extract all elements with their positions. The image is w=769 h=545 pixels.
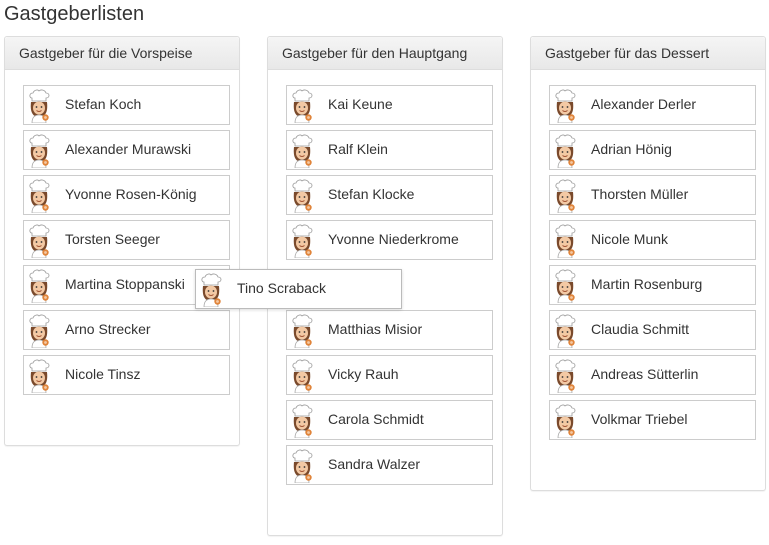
chef-icon — [552, 134, 578, 168]
host-item[interactable]: Yvonne Rosen-König — [23, 175, 230, 215]
host-item[interactable]: Carola Schmidt — [286, 400, 493, 440]
host-item[interactable]: Yvonne Niederkrome — [286, 220, 493, 260]
chef-icon — [289, 449, 315, 483]
chef-icon — [552, 269, 578, 303]
host-item[interactable]: Vicky Rauh — [286, 355, 493, 395]
host-item[interactable]: Thorsten Müller — [549, 175, 756, 215]
host-name: Adrian Hönig — [591, 141, 672, 157]
host-item[interactable]: Torsten Seeger — [23, 220, 230, 260]
chef-icon — [552, 404, 578, 438]
chef-icon — [26, 89, 52, 123]
chef-icon — [26, 269, 52, 303]
host-name: Alexander Derler — [591, 96, 697, 112]
host-item[interactable]: Nicole Munk — [549, 220, 756, 260]
host-name: Kai Keune — [328, 96, 393, 112]
host-name: Tino Scraback — [237, 280, 326, 296]
host-item[interactable]: Alexander Murawski — [23, 130, 230, 170]
chef-icon — [552, 89, 578, 123]
host-name: Sandra Walzer — [328, 456, 421, 472]
host-item[interactable]: Alexander Derler — [549, 85, 756, 125]
chef-icon — [552, 314, 578, 348]
host-item[interactable]: Sandra Walzer — [286, 445, 493, 485]
host-name: Stefan Koch — [65, 96, 142, 112]
panel-vorspeise: Gastgeber für die Vorspeise Stefan Koch … — [4, 36, 240, 446]
host-item[interactable]: Claudia Schmitt — [549, 310, 756, 350]
host-name: Yvonne Niederkrome — [328, 231, 459, 247]
host-name: Martina Stoppanski — [65, 276, 185, 292]
page-title: Gastgeberlisten — [4, 3, 145, 25]
dragging-host-item[interactable]: Tino Scraback — [195, 269, 402, 309]
host-name: Alexander Murawski — [65, 141, 192, 157]
host-name: Arno Strecker — [65, 321, 151, 337]
chef-icon — [26, 134, 52, 168]
host-item[interactable]: Stefan Klocke — [286, 175, 493, 215]
host-name: Thorsten Müller — [591, 186, 689, 202]
host-item[interactable]: Ralf Klein — [286, 130, 493, 170]
host-name: Matthias Misior — [328, 321, 423, 337]
host-name: Ralf Klein — [328, 141, 388, 157]
host-name: Martin Rosenburg — [591, 276, 703, 292]
host-name: Andreas Sütterlin — [591, 366, 699, 382]
host-item[interactable]: Stefan Koch — [23, 85, 230, 125]
chef-icon — [289, 224, 315, 258]
chef-icon — [289, 179, 315, 213]
host-name: Torsten Seeger — [65, 231, 160, 247]
host-item[interactable]: Kai Keune — [286, 85, 493, 125]
panel-heading-hauptgang: Gastgeber für den Hauptgang — [268, 37, 502, 70]
host-name: Claudia Schmitt — [591, 321, 690, 337]
panel-heading-vorspeise: Gastgeber für die Vorspeise — [5, 37, 239, 70]
host-item[interactable]: Arno Strecker — [23, 310, 230, 350]
chef-icon — [26, 179, 52, 213]
chef-icon — [289, 359, 315, 393]
host-item[interactable]: Adrian Hönig — [549, 130, 756, 170]
host-name: Volkmar Triebel — [591, 411, 688, 427]
host-item[interactable]: Martin Rosenburg — [549, 265, 756, 305]
panel-dessert: Gastgeber für das Dessert Alexander Derl… — [530, 36, 766, 491]
chef-icon — [552, 359, 578, 393]
host-name: Stefan Klocke — [328, 186, 415, 202]
host-item[interactable]: Nicole Tinsz — [23, 355, 230, 395]
host-item[interactable]: Volkmar Triebel — [549, 400, 756, 440]
chef-icon — [198, 273, 224, 307]
chef-icon — [552, 179, 578, 213]
chef-icon — [26, 359, 52, 393]
chef-icon — [26, 224, 52, 258]
panel-heading-dessert: Gastgeber für das Dessert — [531, 37, 765, 70]
host-name: Nicole Tinsz — [65, 366, 141, 382]
chef-icon — [552, 224, 578, 258]
host-item[interactable]: Andreas Sütterlin — [549, 355, 756, 395]
chef-icon — [289, 89, 315, 123]
chef-icon — [289, 314, 315, 348]
chef-icon — [289, 134, 315, 168]
host-name: Vicky Rauh — [328, 366, 399, 382]
host-name: Yvonne Rosen-König — [65, 186, 197, 202]
chef-icon — [26, 314, 52, 348]
chef-icon — [289, 404, 315, 438]
host-name: Carola Schmidt — [328, 411, 424, 427]
host-item[interactable]: Matthias Misior — [286, 310, 493, 350]
host-name: Nicole Munk — [591, 231, 669, 247]
